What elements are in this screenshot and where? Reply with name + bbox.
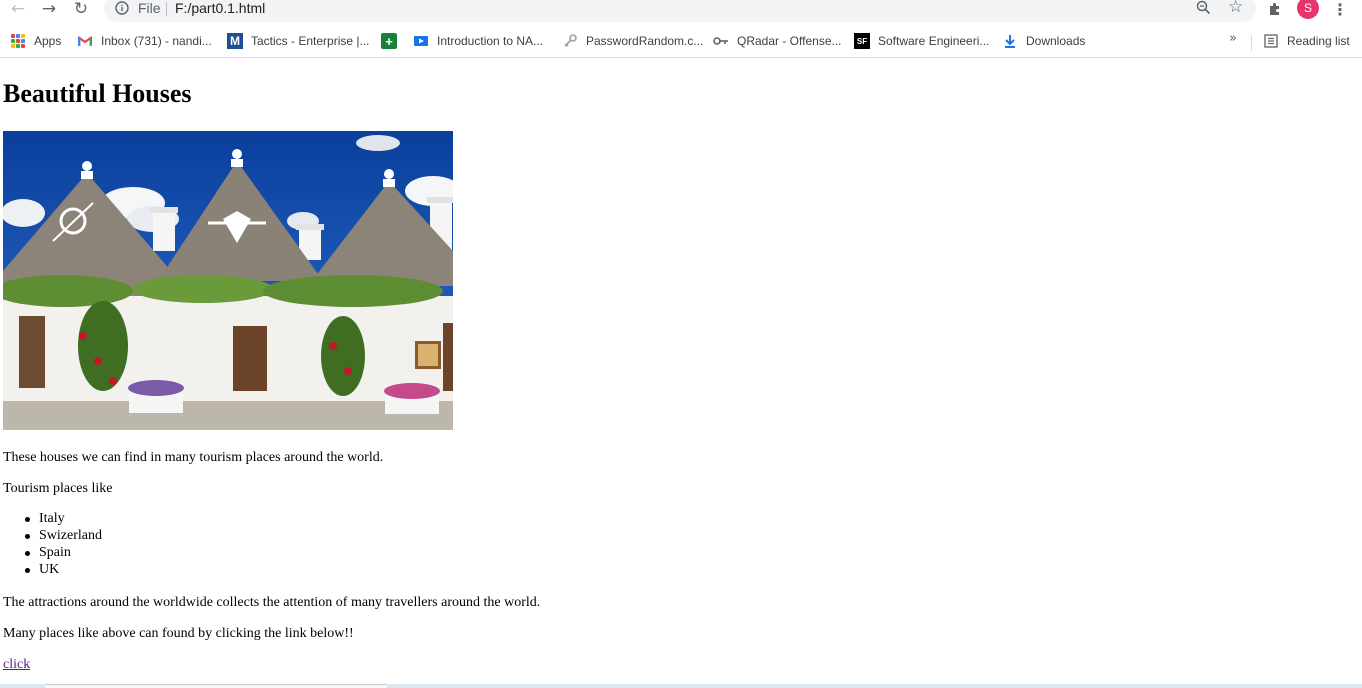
mitre-icon: M [227, 33, 243, 49]
video-icon [413, 33, 429, 49]
gmail-icon [77, 33, 93, 49]
places-list: Italy Swizerland Spain UK [25, 510, 102, 578]
page-content: Beautiful Houses These houses we can fin… [0, 59, 1362, 684]
url-text[interactable]: F:/part0.1.html [175, 0, 265, 16]
bookmark-label: Apps [34, 34, 62, 48]
reading-list-label: Reading list [1287, 34, 1350, 48]
reading-list-icon [1263, 33, 1279, 49]
url-separator [166, 2, 167, 16]
url-scheme: File [138, 0, 161, 16]
back-arrow-icon[interactable]: ← [7, 0, 29, 19]
bookmark-qradar[interactable]: QRadar - Offense... [713, 31, 842, 51]
download-icon [1002, 33, 1018, 49]
bookmarks-overflow-button[interactable]: » [1229, 31, 1237, 46]
tourism-paragraph: Tourism places like [3, 481, 113, 496]
bookmark-tactics[interactable]: M Tactics - Enterprise |... [227, 31, 369, 51]
bookmark-introduction[interactable]: Introduction to NA... [413, 31, 543, 51]
puzzle-icon[interactable] [1265, 0, 1285, 18]
list-item: Spain [25, 544, 102, 561]
bottom-tab [45, 684, 387, 688]
reload-icon[interactable]: ↻ [70, 0, 92, 19]
zoom-icon[interactable] [1196, 0, 1212, 16]
bookmark-label: Inbox (731) - nandi... [101, 34, 212, 48]
attractions-paragraph: The attractions around the worldwide col… [3, 595, 541, 610]
intro-paragraph: These houses we can find in many tourism… [3, 450, 384, 465]
link-intro-paragraph: Many places like above can found by clic… [3, 626, 354, 641]
address-bar[interactable]: File F:/part0.1.html ☆ [104, 0, 1256, 22]
green-cross-icon: + [381, 33, 397, 49]
key-icon [713, 33, 729, 49]
kebab-menu-icon[interactable]: ⋮ [1332, 0, 1348, 19]
avatar[interactable]: S [1297, 0, 1319, 19]
forward-arrow-icon[interactable]: → [38, 0, 60, 19]
bookmark-label: PasswordRandom.c... [586, 34, 704, 48]
bookmarks-bar: Apps Inbox (731) - nandi... M Tactics - … [0, 28, 1362, 58]
sf-icon: SF [854, 33, 870, 49]
bookmark-apps[interactable]: Apps [10, 31, 61, 51]
page-title: Beautiful Houses [3, 79, 192, 108]
reading-list-button[interactable]: Reading list [1263, 31, 1350, 51]
bookmarks-divider [1251, 35, 1252, 51]
list-item: Swizerland [25, 528, 102, 543]
bookmark-label: QRadar - Offense... [737, 34, 842, 48]
bookmark-green[interactable]: + [381, 31, 405, 51]
list-item: UK [25, 561, 102, 578]
bookmark-label: Downloads [1026, 34, 1086, 48]
info-icon[interactable] [114, 0, 130, 16]
browser-toolbar: ← → ↻ File F:/part0.1.html ☆ S ⋮ [0, 0, 1362, 23]
click-link[interactable]: click [3, 656, 30, 674]
bookmark-label: Software Engineeri... [878, 34, 990, 48]
key-icon [562, 33, 578, 49]
apps-grid-icon [10, 33, 26, 49]
bookmark-downloads[interactable]: Downloads [1002, 31, 1085, 51]
bookmark-label: Tactics - Enterprise |... [251, 34, 370, 48]
bookmark-software[interactable]: SF Software Engineeri... [854, 31, 989, 51]
list-item: Italy [25, 510, 102, 527]
houses-image [3, 131, 453, 430]
bookmark-inbox[interactable]: Inbox (731) - nandi... [77, 31, 212, 51]
bookmark-password[interactable]: PasswordRandom.c... [562, 31, 703, 51]
bookmark-label: Introduction to NA... [437, 34, 544, 48]
star-icon[interactable]: ☆ [1228, 0, 1246, 17]
